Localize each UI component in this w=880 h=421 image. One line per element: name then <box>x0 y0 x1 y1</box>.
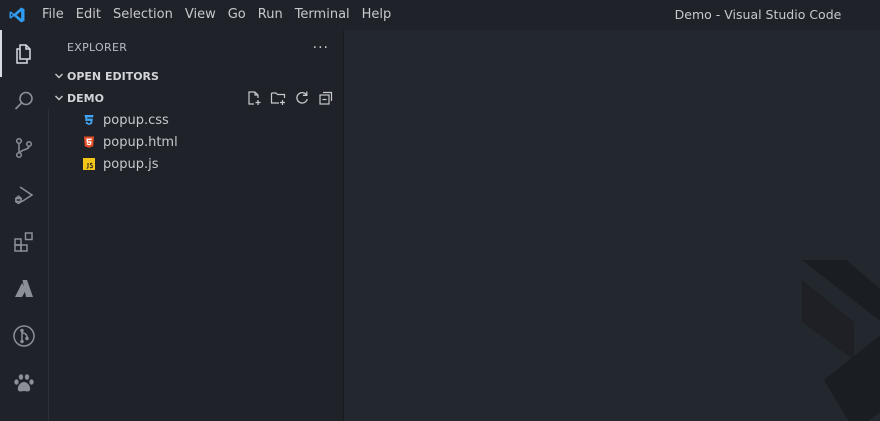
menu-view[interactable]: View <box>179 0 222 30</box>
menu-bar: File Edit Selection View Go Run Terminal… <box>36 0 397 30</box>
paw-icon[interactable] <box>0 359 47 406</box>
azure-icon[interactable] <box>0 265 47 312</box>
menu-run[interactable]: Run <box>252 0 289 30</box>
window-title: Demo - Visual Studio Code <box>674 7 842 22</box>
folder-actions <box>245 89 343 107</box>
menu-edit[interactable]: Edit <box>70 0 107 30</box>
menu-terminal[interactable]: Terminal <box>289 0 356 30</box>
new-folder-icon[interactable] <box>269 89 287 107</box>
run-debug-icon[interactable] <box>0 171 47 218</box>
search-icon[interactable] <box>0 77 47 124</box>
folder-label: DEMO <box>67 91 104 105</box>
menu-selection[interactable]: Selection <box>107 0 179 30</box>
chevron-right-icon <box>51 68 67 84</box>
menu-go[interactable]: Go <box>222 0 252 30</box>
vscode-logo-icon <box>0 0 34 30</box>
chevron-down-icon <box>51 90 67 106</box>
folder-section[interactable]: DEMO <box>47 87 343 109</box>
vscode-watermark-icon <box>802 260 880 421</box>
editor-area <box>344 30 880 421</box>
file-tree: popup.css popup.html popup.js <box>47 109 343 421</box>
open-editors-section[interactable]: OPEN EDITORS <box>47 65 343 87</box>
explorer-title: EXPLORER <box>67 41 128 54</box>
activity-bar <box>0 30 47 421</box>
new-file-icon[interactable] <box>245 89 263 107</box>
menu-help[interactable]: Help <box>356 0 398 30</box>
git-graph-icon[interactable] <box>0 312 47 359</box>
title-bar: File Edit Selection View Go Run Terminal… <box>0 0 880 30</box>
more-actions-icon[interactable]: ··· <box>313 40 329 56</box>
explorer-sidebar: EXPLORER ··· OPEN EDITORS DEMO popup.css… <box>47 30 344 421</box>
source-control-icon[interactable] <box>0 124 47 171</box>
explorer-header: EXPLORER ··· <box>47 30 343 65</box>
collapse-all-icon[interactable] <box>317 89 335 107</box>
menu-file[interactable]: File <box>36 0 70 30</box>
extensions-icon[interactable] <box>0 218 47 265</box>
open-editors-label: OPEN EDITORS <box>67 69 159 83</box>
refresh-icon[interactable] <box>293 89 311 107</box>
explorer-icon[interactable] <box>0 30 47 77</box>
tree-indent-guide <box>48 109 343 421</box>
